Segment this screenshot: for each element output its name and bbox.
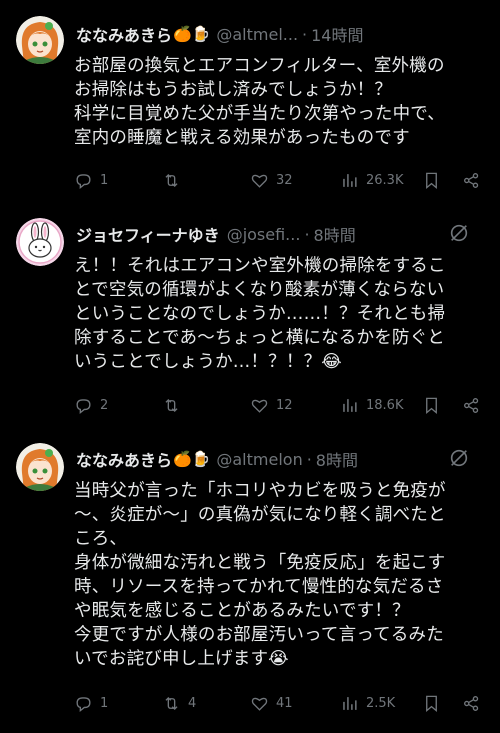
- retweet-icon: [165, 173, 178, 187]
- tweet-header: ななみあきら 🍊🍺 @altmel... · 14時間: [76, 22, 484, 46]
- share-icon: [464, 172, 479, 188]
- reply-icon: [76, 398, 91, 414]
- reply-count: 2: [100, 397, 109, 413]
- tweet-header: ななみあきら 🍊🍺 @altmelon · 8時間: [76, 447, 484, 471]
- like-button[interactable]: 12: [250, 393, 293, 417]
- reply-count: 1: [100, 172, 109, 188]
- separator-dot: ·: [304, 224, 310, 244]
- tweet-header: ジョセフィーナゆき @josefi... · 8時間: [76, 222, 484, 246]
- reply-icon: [76, 173, 91, 189]
- avatar[interactable]: [16, 16, 64, 64]
- views-button[interactable]: 18.6K: [340, 393, 403, 417]
- views-count: 26.3K: [366, 172, 404, 188]
- tweet-3[interactable]: ななみあきら 🍊🍺 @altmelon · 8時間 当時父が言った「ホコリやカビ…: [0, 435, 500, 733]
- name-emojis: 🍊🍺: [173, 25, 211, 43]
- reply-count: 1: [100, 695, 109, 711]
- heart-icon: [251, 174, 268, 188]
- retweet-icon: [165, 696, 178, 710]
- tweet-text: え！！それはエアコンや室外機の掃除をするこ とで空気の循環がよくなり酸素が薄くな…: [74, 256, 446, 372]
- reply-button[interactable]: 2: [74, 393, 108, 417]
- heart-icon: [251, 399, 268, 413]
- views-count: 18.6K: [366, 397, 404, 413]
- display-name[interactable]: ななみあきら: [76, 22, 172, 46]
- tweet-text: 当時父が言った「ホコリやカビを吸うと免疫が 〜、炎症が〜」の真偽が気になり軽く調…: [74, 481, 446, 669]
- separator-dot: ·: [306, 449, 312, 469]
- tweet-1[interactable]: ななみあきら 🍊🍺 @altmel... · 14時間 お部屋の換気とエアコンフ…: [0, 0, 500, 210]
- bookmark-button[interactable]: [422, 691, 448, 715]
- mute-icon[interactable]: [448, 222, 470, 244]
- views-count: 2.5K: [366, 695, 396, 711]
- like-count: 32: [276, 172, 293, 188]
- action-bar: 1 4 41 2.5K: [74, 691, 490, 715]
- retweet-count: 4: [188, 695, 197, 711]
- heart-icon: [251, 697, 268, 711]
- reply-icon: [76, 696, 91, 712]
- like-count: 41: [276, 695, 293, 711]
- bookmark-icon: [426, 695, 437, 712]
- retweet-button[interactable]: [162, 393, 188, 417]
- share-button[interactable]: [462, 393, 488, 417]
- timestamp[interactable]: 8時間: [314, 222, 356, 246]
- timestamp[interactable]: 14時間: [311, 22, 363, 46]
- bookmark-icon: [426, 172, 437, 189]
- like-button[interactable]: 32: [250, 168, 293, 192]
- avatar[interactable]: [16, 218, 64, 266]
- share-button[interactable]: [462, 168, 488, 192]
- share-icon: [464, 397, 479, 413]
- bookmark-icon: [426, 397, 437, 414]
- display-name[interactable]: ななみあきら: [76, 447, 172, 471]
- reply-button[interactable]: 1: [74, 691, 108, 715]
- name-emojis: 🍊🍺: [173, 450, 211, 468]
- user-handle[interactable]: @altmelon: [216, 450, 302, 469]
- user-handle[interactable]: @altmel...: [216, 25, 298, 44]
- user-handle[interactable]: @josefi...: [227, 225, 301, 244]
- retweet-icon: [165, 398, 178, 412]
- timestamp[interactable]: 8時間: [316, 447, 358, 471]
- display-name[interactable]: ジョセフィーナゆき: [76, 222, 220, 246]
- bookmark-button[interactable]: [422, 168, 448, 192]
- views-icon: [343, 398, 357, 412]
- retweet-button[interactable]: 4: [162, 691, 196, 715]
- reply-button[interactable]: 1: [74, 168, 108, 192]
- separator-dot: ·: [302, 24, 308, 44]
- like-count: 12: [276, 397, 293, 413]
- views-button[interactable]: 26.3K: [340, 168, 403, 192]
- views-button[interactable]: 2.5K: [340, 691, 395, 715]
- tweet-2[interactable]: ジョセフィーナゆき @josefi... · 8時間 え！！それはエアコンや室外…: [0, 210, 500, 435]
- mute-icon[interactable]: [448, 447, 470, 469]
- share-icon: [464, 695, 479, 711]
- tweet-text: お部屋の換気とエアコンフィルター、室外機の お掃除はもうお試し済みでしょうか！？…: [74, 56, 445, 148]
- retweet-button[interactable]: [162, 168, 188, 192]
- share-button[interactable]: [462, 691, 488, 715]
- like-button[interactable]: 41: [250, 691, 293, 715]
- views-icon: [343, 173, 357, 187]
- avatar[interactable]: [16, 443, 64, 491]
- action-bar: 2 12 18.6K: [74, 393, 490, 417]
- views-icon: [343, 696, 357, 710]
- action-bar: 1 32 26.3K: [74, 168, 490, 192]
- bookmark-button[interactable]: [422, 393, 448, 417]
